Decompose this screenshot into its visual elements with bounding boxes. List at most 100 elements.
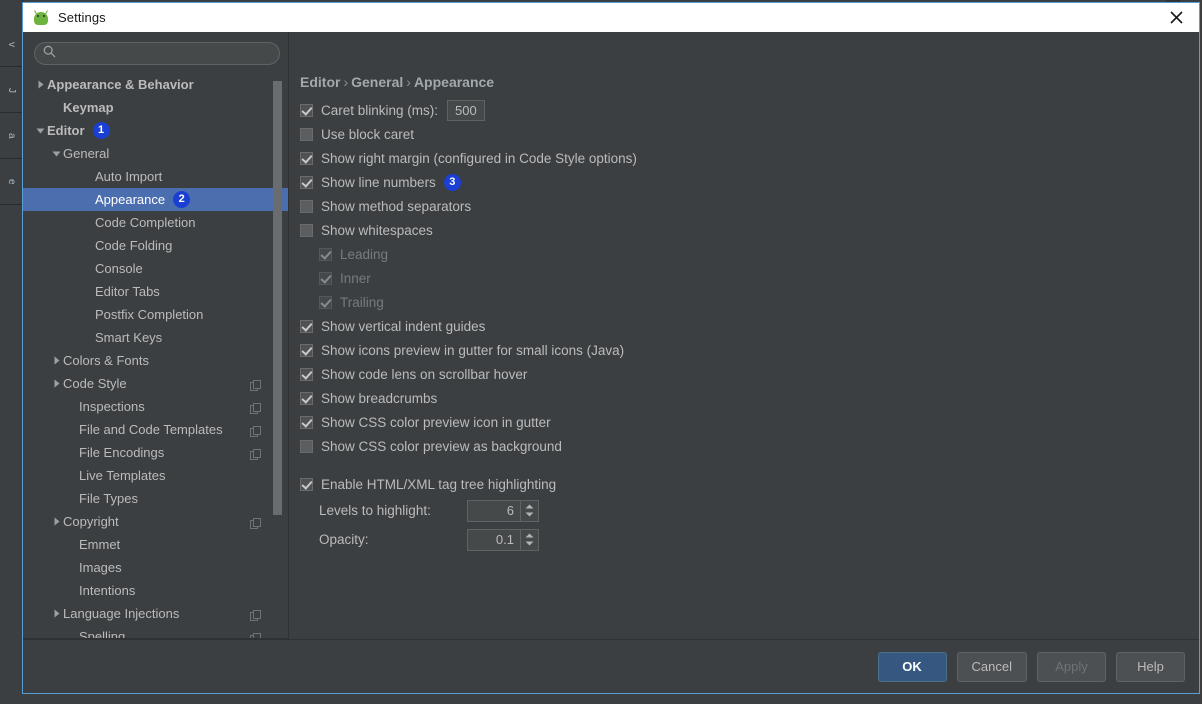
option-row-leading: Leading <box>300 242 637 266</box>
sidebar-item-appearance-behavior[interactable]: Appearance & Behavior <box>23 73 288 96</box>
copy-icon[interactable] <box>250 447 261 460</box>
checkbox-show-code-lens-on-scrollbar-hover[interactable] <box>300 367 313 381</box>
spinner-value[interactable]: 6 <box>468 501 520 521</box>
spinner-down-icon[interactable] <box>525 512 534 517</box>
sidebar-item-label: File Encodings <box>79 445 165 460</box>
sidebar-item-console[interactable]: Console <box>23 257 288 280</box>
option-row-show-code-lens-on-scrollbar-hover: Show code lens on scrollbar hover <box>300 362 637 386</box>
annotation-badge: 1 <box>92 122 110 139</box>
checkbox-show-vertical-indent-guides[interactable] <box>300 319 313 333</box>
sidebar-item-label: Images <box>79 560 122 575</box>
ide-tool-tab[interactable]: v <box>0 22 22 67</box>
sidebar-item-language-injections[interactable]: Language Injections <box>23 602 288 625</box>
sidebar-item-code-folding[interactable]: Code Folding <box>23 234 288 257</box>
close-icon[interactable] <box>1153 3 1199 32</box>
cancel-button[interactable]: Cancel <box>956 651 1027 682</box>
sidebar-item-code-completion[interactable]: Code Completion <box>23 211 288 234</box>
chevron-right-icon[interactable] <box>49 602 63 625</box>
settings-sidebar: Appearance & Behavior Keymap Editor 1 Genera… <box>23 32 289 639</box>
dialog-body: Appearance & Behavior Keymap Editor 1 Genera… <box>23 32 1199 639</box>
spinner-row-opacity: Opacity: 0.1 <box>319 525 637 554</box>
option-label: Show right margin (configured in Code St… <box>321 150 637 166</box>
checkbox-show-icons-preview-in-gutter-for-small-icons-java[interactable] <box>300 343 313 357</box>
sidebar-item-label: File Types <box>79 491 139 506</box>
copy-icon[interactable] <box>250 424 261 437</box>
sidebar-item-copyright[interactable]: Copyright <box>23 510 288 533</box>
option-label: Show line numbers <box>321 174 436 190</box>
sidebar-item-live-templates[interactable]: Live Templates <box>23 464 288 487</box>
sidebar-item-editor[interactable]: Editor 1 <box>23 119 288 142</box>
sidebar-item-appearance[interactable]: Appearance 2 <box>23 188 288 211</box>
checkbox-show-breadcrumbs[interactable] <box>300 391 313 405</box>
checkbox-caret-blinking-ms[interactable] <box>300 103 313 117</box>
sidebar-item-label: Language Injections <box>63 606 180 621</box>
sidebar-item-file-encodings[interactable]: File Encodings <box>23 441 288 464</box>
search-field[interactable] <box>34 42 280 65</box>
option-row-show-icons-preview-in-gutter-for-small-icons-java: Show icons preview in gutter for small i… <box>300 338 637 362</box>
checkbox-show-right-margin-configured-in-code-style-options[interactable] <box>300 151 313 165</box>
spinner-value[interactable]: 0.1 <box>468 530 520 550</box>
copy-icon[interactable] <box>250 608 261 621</box>
sidebar-item-colors-fonts[interactable]: Colors & Fonts <box>23 349 288 372</box>
spinner-down-icon[interactable] <box>525 541 534 546</box>
chevron-down-icon[interactable] <box>33 119 47 142</box>
checkbox-show-css-color-preview-icon-in-gutter[interactable] <box>300 415 313 429</box>
checkbox-enable-html-xml-tag-tree-highlighting[interactable] <box>300 477 313 491</box>
copy-icon[interactable] <box>250 378 261 391</box>
checkbox-use-block-caret[interactable] <box>300 127 313 141</box>
ide-tool-tab[interactable]: J <box>0 68 22 113</box>
sidebar-item-general[interactable]: General <box>23 142 288 165</box>
search-container <box>23 32 288 71</box>
search-input[interactable] <box>62 45 266 62</box>
settings-tree[interactable]: Appearance & Behavior Keymap Editor 1 Genera… <box>23 71 288 639</box>
chevron-down-icon[interactable] <box>49 142 63 165</box>
spinner-label: Opacity: <box>319 532 369 547</box>
sidebar-item-label: Code Style <box>63 376 127 391</box>
copy-icon[interactable] <box>250 401 261 414</box>
spinner-levels-to-highlight[interactable]: 6 <box>467 499 539 522</box>
annotation-badge: 3 <box>443 173 461 191</box>
help-button[interactable]: Help <box>1116 651 1185 682</box>
sidebar-item-label: Editor <box>47 123 85 138</box>
checkbox-show-line-numbers[interactable] <box>300 175 313 189</box>
spinner-up-icon[interactable] <box>525 504 534 509</box>
sidebar-item-keymap[interactable]: Keymap <box>23 96 288 119</box>
ok-button[interactable]: OK <box>877 651 947 682</box>
sidebar-item-auto-import[interactable]: Auto Import <box>23 165 288 188</box>
sidebar-item-images[interactable]: Images <box>23 556 288 579</box>
tree-bottom-edge <box>23 638 288 639</box>
sidebar-item-label: Code Completion <box>95 215 196 230</box>
sidebar-scrollbar[interactable] <box>273 81 282 515</box>
caret-blinking-input[interactable]: 500 <box>447 99 485 121</box>
chevron-right-icon[interactable] <box>49 510 63 533</box>
sidebar-item-label: Postfix Completion <box>95 307 204 322</box>
copy-icon[interactable] <box>250 516 261 529</box>
ide-tool-tab[interactable]: e <box>0 160 22 205</box>
sidebar-item-postfix-completion[interactable]: Postfix Completion <box>23 303 288 326</box>
checkbox-show-method-separators[interactable] <box>300 199 313 213</box>
checkbox-show-css-color-preview-as-background[interactable] <box>300 439 313 453</box>
sidebar-item-editor-tabs[interactable]: Editor Tabs <box>23 280 288 303</box>
sidebar-item-file-and-code-templates[interactable]: File and Code Templates <box>23 418 288 441</box>
spinner-opacity[interactable]: 0.1 <box>467 528 539 551</box>
chevron-right-icon[interactable] <box>33 73 47 96</box>
sidebar-item-intentions[interactable]: Intentions <box>23 579 288 602</box>
sidebar-item-spelling[interactable]: Spelling <box>23 625 288 639</box>
option-row-show-line-numbers: Show line numbers 3 <box>300 170 637 194</box>
checkbox-show-whitespaces[interactable] <box>300 223 313 237</box>
chevron-right-icon[interactable] <box>49 349 63 372</box>
sidebar-item-emmet[interactable]: Emmet <box>23 533 288 556</box>
chevron-right-icon[interactable] <box>49 372 63 395</box>
sidebar-item-file-types[interactable]: File Types <box>23 487 288 510</box>
sidebar-item-inspections[interactable]: Inspections <box>23 395 288 418</box>
sidebar-item-label: Console <box>95 261 143 276</box>
ide-tool-tab[interactable]: a <box>0 114 22 159</box>
spinner-up-icon[interactable] <box>525 533 534 538</box>
sidebar-item-smart-keys[interactable]: Smart Keys <box>23 326 288 349</box>
option-label: Show breadcrumbs <box>321 390 438 406</box>
sidebar-item-code-style[interactable]: Code Style <box>23 372 288 395</box>
